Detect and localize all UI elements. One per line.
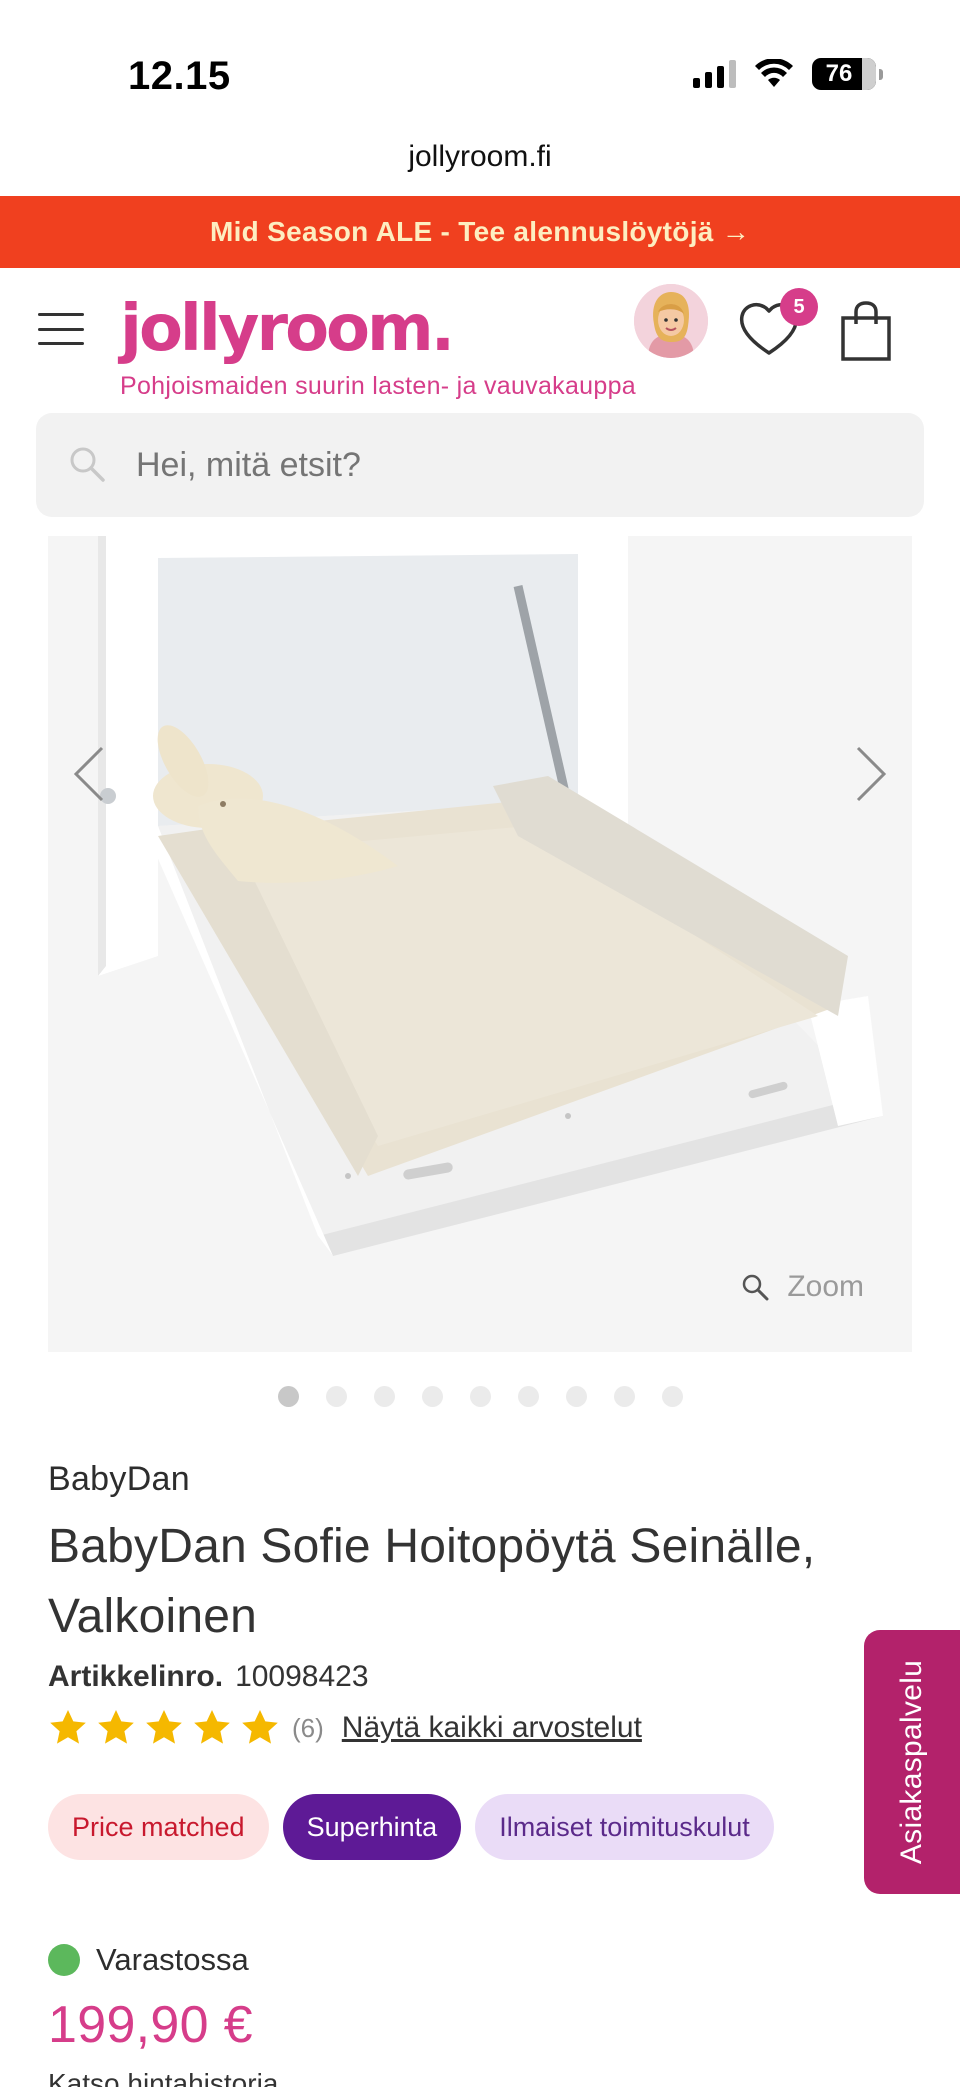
price-matched-badge: Price matched [48, 1794, 269, 1860]
wishlist-count-badge: 5 [780, 288, 818, 326]
sku-label: Artikkelinro. [48, 1660, 224, 1693]
product-price: 199,90 € [48, 1996, 253, 2054]
battery-icon: 76 [812, 58, 883, 90]
cellular-signal-icon [693, 60, 736, 88]
gallery-dot[interactable] [421, 1386, 443, 1407]
customer-service-label: Asiakaspalvelu [895, 1659, 928, 1865]
stock-status-label: Varastossa [96, 1942, 249, 1977]
star-icon [242, 1710, 278, 1744]
gallery-pagination [0, 1386, 960, 1407]
search-input[interactable] [136, 413, 896, 517]
product-title: BabyDan Sofie Hoitopöytä Seinälle, Valko… [48, 1520, 816, 1643]
gallery-dot[interactable] [565, 1386, 587, 1407]
site-logo[interactable]: jollyroom. [120, 292, 455, 366]
site-tagline: Pohjoismaiden suurin lasten- ja vauvakau… [120, 372, 636, 400]
superhinta-badge: Superhinta [282, 1794, 462, 1860]
gallery-dot[interactable] [373, 1386, 395, 1407]
star-icon [194, 1710, 230, 1744]
gallery-dot[interactable] [661, 1386, 683, 1407]
avatar[interactable] [634, 284, 708, 358]
promo-banner[interactable]: Mid Season ALE - Tee alennuslöytöjä → [0, 196, 960, 268]
status-time: 12.15 [128, 54, 231, 98]
chevron-left-icon[interactable] [70, 744, 110, 804]
status-bar: 12.15 76 [0, 0, 960, 140]
stock-status: Varastossa [48, 1942, 249, 1978]
product-brand[interactable]: BabyDan [48, 1460, 190, 1499]
star-icon [146, 1710, 182, 1744]
search-bar[interactable] [36, 413, 924, 517]
star-icon [50, 1710, 86, 1744]
review-count: (6) [292, 1712, 324, 1743]
sku-value: 10098423 [235, 1660, 369, 1693]
site-header: jollyroom. Pohjoismaiden suurin lasten- … [0, 268, 960, 408]
wifi-icon [755, 59, 793, 87]
price-history-link[interactable]: Katso hintahistoria [48, 2068, 278, 2087]
search-icon [70, 447, 105, 482]
gallery-dot[interactable] [469, 1386, 491, 1407]
product-photo [48, 536, 912, 1352]
gallery-dot[interactable] [613, 1386, 635, 1407]
hamburger-icon[interactable] [38, 313, 84, 345]
in-stock-indicator [48, 1944, 80, 1976]
product-badges: Price matched Superhinta Ilmaiset toimit… [48, 1794, 774, 1860]
status-icons: 76 [693, 58, 883, 90]
customer-service-tab[interactable]: Asiakaspalvelu [864, 1630, 960, 1894]
gallery-dot[interactable] [517, 1386, 539, 1407]
battery-level: 76 [825, 60, 853, 87]
free-shipping-badge: Ilmaiset toimituskulut [475, 1794, 774, 1860]
zoom-button[interactable]: Zoom [741, 1270, 864, 1304]
chevron-right-icon[interactable] [850, 744, 890, 804]
rating-stars [48, 1708, 280, 1748]
bag-icon[interactable] [840, 300, 892, 362]
product-rating: (6) Näytä kaikki arvostelut [48, 1708, 642, 1748]
product-image[interactable]: Zoom [48, 536, 912, 1352]
show-all-reviews-link[interactable]: Näytä kaikki arvostelut [342, 1711, 642, 1745]
zoom-label: Zoom [787, 1270, 864, 1303]
browser-url[interactable]: jollyroom.fi [0, 140, 960, 196]
zoom-icon [743, 1274, 769, 1301]
gallery-dot[interactable] [325, 1386, 347, 1407]
gallery-dot[interactable] [277, 1386, 299, 1407]
star-icon [98, 1710, 134, 1744]
product-sku: Artikkelinro. 10098423 [48, 1660, 369, 1694]
